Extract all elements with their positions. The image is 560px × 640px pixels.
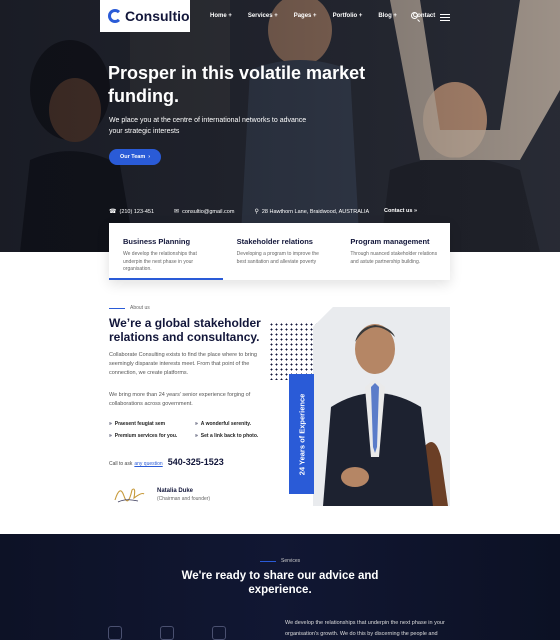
nav-item-home[interactable]: Home +	[210, 13, 232, 19]
hero-email[interactable]: ✉ consultio@gmail.com	[174, 208, 235, 216]
nav-item-services[interactable]: Services +	[248, 13, 278, 19]
feature-card-text: Developing a program to improve the best…	[236, 251, 319, 265]
feature-checklist: » Praesent feugiat sem » A wonderful seren…	[109, 421, 279, 439]
feature-card-title: Stakeholder relations	[236, 237, 313, 246]
tag-divider	[260, 560, 276, 562]
services-tag: Services	[260, 558, 300, 564]
services-text: We develop the relationships that underp…	[285, 620, 445, 637]
about-tag-label: About us	[130, 305, 150, 311]
feature-card[interactable]: Program management Through nuanced stake…	[336, 223, 450, 280]
nav-item-pages[interactable]: Pages +	[294, 13, 317, 19]
checklist-item-label: Praesent feugiat sem	[114, 421, 166, 427]
nav-item-portfolio[interactable]: Portfolio +	[333, 13, 363, 19]
feature-card-title: Program management	[350, 237, 430, 246]
about-tag: About us	[109, 305, 150, 311]
double-chevron-icon: »	[109, 421, 112, 427]
feature-cards: Business Planning We develop the relatio…	[109, 223, 450, 280]
top-navigation: Consultio Home + Services + Pages + Port…	[0, 0, 560, 34]
hamburger-icon[interactable]	[440, 14, 450, 21]
experience-badge-text: 24 Years of Experience	[297, 393, 306, 475]
about-paragraph: We bring more than 24 years’ senior expe…	[109, 392, 251, 407]
phone-icon: ☎	[109, 209, 117, 215]
checklist-item: » Set a link back to photo.	[195, 433, 279, 439]
mail-icon: ✉	[174, 209, 180, 215]
contact-us-label: Contact us	[384, 208, 413, 214]
arrow-right-icon: ›	[148, 154, 151, 160]
double-chevron-icon: »	[195, 433, 198, 439]
feature-card[interactable]: Stakeholder relations Developing a progr…	[223, 223, 337, 280]
any-question-link[interactable]: any question	[134, 461, 162, 467]
call-phone-number[interactable]: 540-325-1523	[168, 457, 224, 467]
signature-image	[114, 488, 145, 503]
our-team-button[interactable]: Our Team ›	[109, 149, 161, 165]
hero-email-text: consultio@gmail.com	[182, 208, 235, 215]
hero-phone-text: (210) 123-451	[119, 208, 155, 215]
trophy-icon	[108, 626, 122, 640]
target-icon	[212, 626, 226, 640]
founder-portrait-photo	[313, 307, 450, 506]
nav-item-blog[interactable]: Blog +	[378, 13, 397, 19]
feature-card-text: We develop the relationships that underp…	[123, 251, 197, 272]
feature-card-text: Through nuanced stakeholder relations an…	[350, 251, 438, 265]
chart-icon	[160, 626, 174, 640]
tag-divider	[109, 307, 125, 309]
feature-card[interactable]: Business Planning We develop the relatio…	[109, 223, 223, 280]
checklist-item: » Premium services for you.	[109, 433, 195, 439]
feature-card-title: Business Planning	[123, 237, 191, 246]
about-paragraph: Collaborate Consulting exists to find th…	[109, 352, 257, 376]
double-chevron-icon: »	[195, 421, 198, 427]
call-prefix: Call to ask	[109, 461, 133, 467]
hero-title: Prosper in this volatile market funding.	[108, 63, 366, 106]
location-pin-icon: ⚲	[254, 209, 259, 215]
logo-mark-icon	[108, 9, 122, 23]
services-title: We're ready to share our advice and expe…	[181, 570, 379, 596]
checklist-item-label: Set a link back to photo.	[200, 433, 259, 439]
double-chevron-icon: »	[109, 433, 112, 439]
logo[interactable]: Consultio	[100, 0, 190, 32]
hero-subtitle: We place you at the centre of internatio…	[109, 117, 307, 135]
search-icon[interactable]	[411, 12, 418, 19]
founder-role: (Chairman and founder)	[157, 496, 211, 502]
hero-contact-bar: ☎ (210) 123-451 ✉ consultio@gmail.com ⚲ …	[109, 208, 389, 216]
contact-us-link[interactable]: Contact us »	[384, 208, 417, 214]
services-tag-label: Services	[281, 558, 301, 564]
experience-badge: 24 Years of Experience	[289, 374, 314, 494]
logo-text: Consultio	[125, 8, 190, 24]
about-title: We’re a global stakeholder relations and…	[109, 316, 261, 344]
hero-address: ⚲ 28 Hawthorn Lane, Braidwood, AUSTRALIA	[254, 208, 370, 216]
hero-section: Consultio Home + Services + Pages + Port…	[0, 0, 560, 252]
service-icons	[108, 626, 226, 640]
hero-address-text: 28 Hawthorn Lane, Braidwood, AUSTRALIA	[261, 208, 370, 215]
checklist-item-label: Premium services for you.	[114, 433, 178, 439]
our-team-button-label: Our Team	[119, 154, 146, 160]
checklist-item: » Praesent feugiat sem	[109, 421, 195, 427]
checklist-item: » A wonderful serenity.	[195, 421, 279, 427]
checklist-item-label: A wonderful serenity.	[200, 421, 252, 427]
call-to-ask: Call to ask any question 540-325-1523	[109, 457, 224, 467]
founder-name: Natalia Duke	[157, 488, 194, 494]
hero-phone[interactable]: ☎ (210) 123-451	[109, 208, 155, 216]
